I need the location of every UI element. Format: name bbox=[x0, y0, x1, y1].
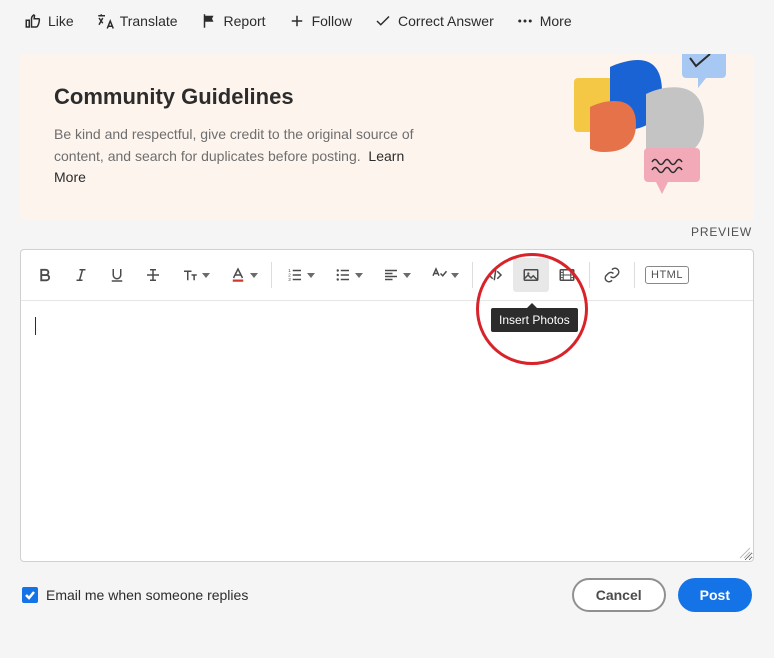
strike-icon bbox=[144, 266, 162, 284]
dots-icon bbox=[516, 12, 534, 30]
italic-button[interactable] bbox=[63, 258, 99, 292]
toolbar: 123 HTML bbox=[21, 250, 753, 301]
correct-answer-button[interactable]: Correct Answer bbox=[374, 12, 494, 30]
follow-label: Follow bbox=[312, 13, 352, 29]
link-button[interactable] bbox=[594, 258, 630, 292]
thumbs-up-icon bbox=[24, 12, 42, 30]
translate-label: Translate bbox=[120, 13, 178, 29]
like-button[interactable]: Like bbox=[24, 12, 74, 30]
email-replies-checkbox[interactable]: Email me when someone replies bbox=[22, 587, 248, 603]
like-label: Like bbox=[48, 13, 74, 29]
flag-icon bbox=[200, 12, 218, 30]
guidelines-banner: Community Guidelines Be kind and respect… bbox=[20, 54, 754, 219]
guidelines-illustration bbox=[556, 54, 736, 202]
correct-label: Correct Answer bbox=[398, 13, 494, 29]
editor-textarea[interactable] bbox=[21, 301, 753, 561]
translate-icon bbox=[96, 12, 114, 30]
divider bbox=[634, 262, 635, 288]
textsize-button[interactable] bbox=[171, 258, 219, 292]
ordered-list-button[interactable]: 123 bbox=[276, 258, 324, 292]
video-icon bbox=[558, 266, 576, 284]
ol-icon: 123 bbox=[286, 266, 304, 284]
textcolor-icon bbox=[229, 266, 247, 284]
cancel-button[interactable]: Cancel bbox=[572, 578, 666, 612]
strike-button[interactable] bbox=[135, 258, 171, 292]
code-icon bbox=[486, 266, 504, 284]
spellcheck-button[interactable] bbox=[420, 258, 468, 292]
textcolor-button[interactable] bbox=[219, 258, 267, 292]
footer: Email me when someone replies Cancel Pos… bbox=[0, 562, 774, 612]
post-button[interactable]: Post bbox=[678, 578, 752, 612]
editor: 123 HTML bbox=[20, 249, 754, 562]
checkbox-icon bbox=[22, 587, 38, 603]
link-icon bbox=[603, 266, 621, 284]
preview-label: PREVIEW bbox=[0, 219, 774, 249]
more-button[interactable]: More bbox=[516, 12, 572, 30]
divider bbox=[271, 262, 272, 288]
spellcheck-icon bbox=[430, 266, 448, 284]
html-source-button[interactable]: HTML bbox=[639, 258, 695, 292]
plus-icon bbox=[288, 12, 306, 30]
translate-button[interactable]: Translate bbox=[96, 12, 178, 30]
align-icon bbox=[382, 266, 400, 284]
report-button[interactable]: Report bbox=[200, 12, 266, 30]
ul-icon bbox=[334, 266, 352, 284]
italic-icon bbox=[72, 266, 90, 284]
html-label: HTML bbox=[645, 266, 689, 284]
insert-photos-tooltip: Insert Photos bbox=[491, 308, 578, 332]
more-label: More bbox=[540, 13, 572, 29]
align-button[interactable] bbox=[372, 258, 420, 292]
follow-button[interactable]: Follow bbox=[288, 12, 352, 30]
insert-photos-button[interactable] bbox=[513, 258, 549, 292]
divider bbox=[589, 262, 590, 288]
check-icon bbox=[374, 12, 392, 30]
email-replies-label: Email me when someone replies bbox=[46, 587, 248, 603]
resize-handle-icon bbox=[739, 547, 751, 559]
insert-video-button[interactable] bbox=[549, 258, 585, 292]
underline-button[interactable] bbox=[99, 258, 135, 292]
report-label: Report bbox=[224, 13, 266, 29]
bold-button[interactable] bbox=[27, 258, 63, 292]
divider bbox=[472, 262, 473, 288]
code-button[interactable] bbox=[477, 258, 513, 292]
unordered-list-button[interactable] bbox=[324, 258, 372, 292]
underline-icon bbox=[108, 266, 126, 284]
bold-icon bbox=[36, 266, 54, 284]
topbar: Like Translate Report Follow Correct Ans… bbox=[0, 0, 774, 54]
image-icon bbox=[522, 266, 540, 284]
textsize-icon bbox=[181, 266, 199, 284]
guidelines-text: Be kind and respectful, give credit to t… bbox=[54, 124, 414, 189]
svg-text:3: 3 bbox=[288, 277, 291, 282]
